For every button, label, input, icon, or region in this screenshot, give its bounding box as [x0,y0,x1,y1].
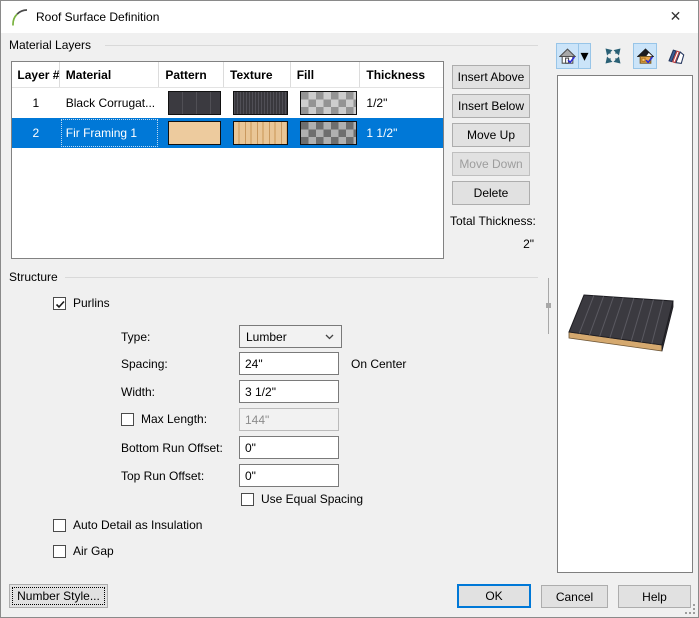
col-header-material: Material [60,62,160,87]
checkbox-box[interactable] [241,493,254,506]
max-length-checkbox[interactable]: Max Length: [121,412,207,426]
thickness-cell[interactable]: 1/2" [360,88,443,118]
spacing-input[interactable] [239,352,339,375]
top-run-offset-label: Top Run Offset: [121,469,204,483]
fill-window-expand-icon [605,48,621,64]
standard-views-button[interactable] [556,43,579,69]
bottom-run-offset-label: Bottom Run Offset: [121,441,223,455]
move-up-button[interactable]: Move Up [452,123,530,147]
checkbox-box[interactable] [53,297,66,310]
checkbox-box[interactable] [53,519,66,532]
total-thickness-label: Total Thickness: [450,214,536,228]
roof-surface-definition-dialog: Roof Surface Definition ✕ Material Layer… [0,0,699,618]
number-style-button[interactable]: Number Style... [9,584,108,608]
help-button[interactable]: Help [618,585,691,608]
material-layers-group-line [105,45,538,46]
texture-swatch-cell[interactable] [224,88,291,118]
material-layers-table[interactable]: Layer # Material Pattern Texture Fill Th… [11,61,444,259]
max-length-label: Max Length: [141,412,207,426]
purlins-checkbox[interactable]: Purlins [53,296,110,310]
3d-preview-viewport[interactable] [557,75,693,573]
table-row-layer-1[interactable]: 1 Black Corrugat... 1/2" [12,88,443,118]
col-header-texture: Texture [224,62,291,87]
insert-below-button[interactable]: Insert Below [452,94,530,118]
col-header-thickness: Thickness [360,62,443,87]
titlebar[interactable]: Roof Surface Definition ✕ [1,1,698,33]
layer-number-cell[interactable]: 2 [12,118,60,148]
color-house-icon [637,48,654,65]
delete-button[interactable]: Delete [452,181,530,205]
structure-group-label: Structure [9,270,58,284]
pattern-swatch-cell[interactable] [159,118,224,148]
fill-swatch-cell[interactable] [291,88,361,118]
max-length-input[interactable] [239,408,339,431]
col-header-pattern: Pattern [159,62,224,87]
ok-button[interactable]: OK [457,584,531,608]
air-gap-checkbox[interactable]: Air Gap [53,544,114,558]
table-row-layer-2-selected[interactable]: 2 Fir Framing 1 1 1/2" [12,118,443,148]
use-equal-spacing-label: Use Equal Spacing [261,492,363,506]
material-layers-group-label: Material Layers [9,38,91,52]
thickness-cell[interactable]: 1 1/2" [360,118,443,148]
window-resize-grip[interactable] [685,604,695,614]
type-selected-value: Lumber [246,330,287,344]
standard-views-dropdown[interactable]: ▾ [578,43,591,69]
air-gap-label: Air Gap [73,544,114,558]
roof-arc-icon [11,8,29,26]
color-toggle-button[interactable] [633,43,657,69]
texture-swatch-cell[interactable] [224,118,291,148]
spacing-label: Spacing: [121,357,168,371]
splitter-grip-handle[interactable] [546,303,551,308]
purlins-label: Purlins [73,296,110,310]
auto-detail-insulation-checkbox[interactable]: Auto Detail as Insulation [53,518,202,532]
fill-swatch-cell[interactable] [291,118,361,148]
structure-group-line [65,277,538,278]
fill-swatch[interactable] [300,121,358,145]
col-header-layer: Layer # [12,62,60,87]
layer-number-cell[interactable]: 1 [12,88,60,118]
auto-detail-insulation-label: Auto Detail as Insulation [73,518,202,532]
total-thickness-value: 2" [450,237,534,251]
on-center-label: On Center [351,357,406,371]
pattern-swatch-cell[interactable] [159,88,224,118]
table-header-row: Layer # Material Pattern Texture Fill Th… [12,62,443,88]
house-view-icon [559,48,576,65]
checkmark-icon [54,298,67,311]
pattern-swatch[interactable] [168,121,221,145]
width-label: Width: [121,385,155,399]
col-header-fill: Fill [291,62,361,87]
bottom-run-offset-input[interactable] [239,436,339,459]
texture-swatch[interactable] [233,121,288,145]
type-label: Type: [121,330,150,344]
layer-options-button[interactable] [662,43,690,69]
use-equal-spacing-checkbox[interactable]: Use Equal Spacing [241,492,363,506]
focus-rectangle [13,588,104,604]
checkbox-box[interactable] [121,413,134,426]
type-select[interactable]: Lumber [239,325,342,348]
pattern-swatch[interactable] [168,91,221,115]
close-icon[interactable]: ✕ [653,1,698,32]
roof-layers-icon [668,48,685,65]
insert-above-button[interactable]: Insert Above [452,65,530,89]
top-run-offset-input[interactable] [239,464,339,487]
chevron-down-icon [325,334,334,340]
fill-swatch[interactable] [300,91,358,115]
width-input[interactable] [239,380,339,403]
material-name-cell[interactable]: Fir Framing 1 [60,118,160,148]
window-title: Roof Surface Definition [36,10,159,24]
cancel-button[interactable]: Cancel [541,585,608,608]
roof-panel-3d-preview [559,288,693,368]
fill-window-button[interactable] [600,43,626,69]
material-name-cell[interactable]: Black Corrugat... [60,88,160,118]
texture-swatch[interactable] [233,91,288,115]
move-down-button[interactable]: Move Down [452,152,530,176]
checkbox-box[interactable] [53,545,66,558]
